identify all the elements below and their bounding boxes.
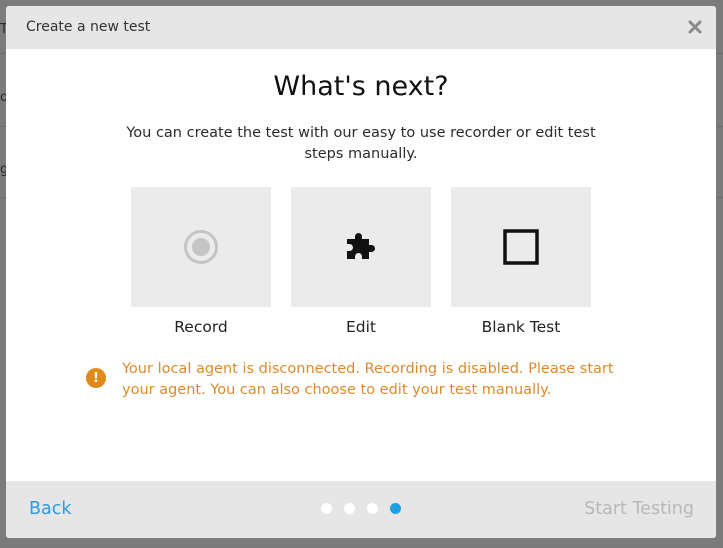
agent-warning-message: Your local agent is disconnected. Record… [122,361,614,398]
record-option-label: Record [174,318,228,336]
step-pager [321,503,401,514]
step-dot[interactable] [344,503,355,514]
blank-square-icon [503,229,539,265]
step-dot-active[interactable] [390,503,401,514]
puzzle-piece-icon [347,233,375,259]
edit-option-label: Edit [345,318,377,336]
blank-test-option[interactable] [451,187,591,307]
close-icon [688,20,702,34]
record-option[interactable] [131,187,271,307]
step-dot[interactable] [367,503,378,514]
record-icon [184,230,218,264]
blank-test-option-label: Blank Test [481,318,561,336]
back-button[interactable]: Back [29,499,72,519]
dialog-footer: Back Start Testing [6,481,716,538]
page-title: What's next? [273,71,449,102]
dialog-description: You can create the test with our easy to… [126,125,596,162]
start-testing-button[interactable]: Start Testing [584,499,694,519]
dialog-header: Create a new test [6,6,716,49]
create-test-dialog: Create a new test What's next? You can c… [6,6,716,538]
close-button[interactable] [684,16,706,38]
step-dot[interactable] [321,503,332,514]
dialog-title: Create a new test [26,19,151,35]
edit-option[interactable] [291,187,431,307]
warning-icon: ! [86,368,106,388]
